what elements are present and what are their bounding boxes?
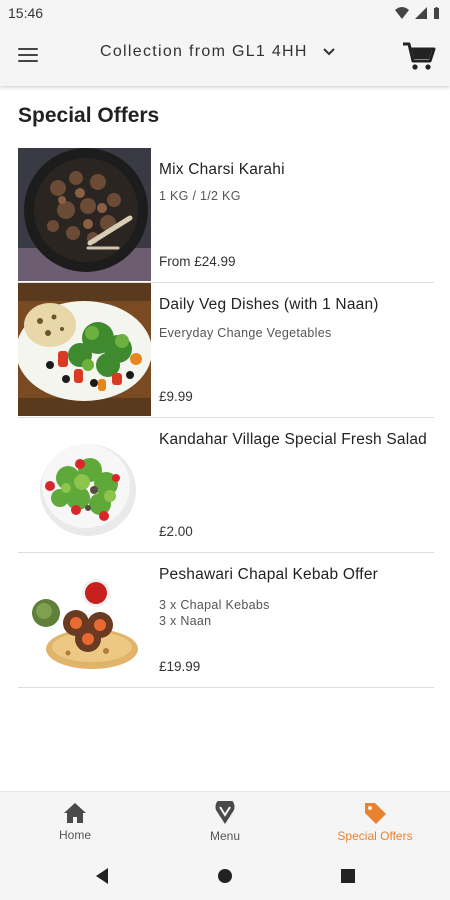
system-navigation-bar — [0, 851, 450, 900]
page-title: Special Offers — [18, 104, 160, 127]
recents-square-icon — [341, 868, 356, 883]
nav-item-special-offers[interactable]: Special Offers — [300, 792, 450, 852]
offer-image — [18, 283, 151, 416]
nav-label: Home — [58, 828, 91, 842]
tag-icon — [365, 803, 386, 824]
nav-item-home[interactable]: Home — [0, 792, 150, 852]
offer-name: Kandahar Village Special Fresh Salad — [159, 431, 427, 448]
offer-name: Daily Veg Dishes (with 1 Naan) — [159, 296, 379, 313]
back-button[interactable] — [82, 856, 122, 896]
status-bar: 15:46 — [0, 0, 450, 26]
offer-image — [18, 148, 151, 281]
offer-name: Mix Charsi Karahi — [159, 161, 285, 178]
app-bar: Collection from GL1 4HH — [0, 26, 450, 86]
nav-item-menu[interactable]: Menu — [150, 792, 300, 852]
battery-icon — [434, 7, 439, 19]
nav-label: Menu — [209, 829, 241, 843]
hamburger-menu-icon[interactable] — [18, 44, 40, 66]
home-circle-icon — [217, 868, 232, 883]
status-icons — [395, 7, 440, 19]
offer-price: £19.99 — [159, 659, 201, 674]
offer-image — [18, 418, 151, 551]
back-triangle-icon — [95, 867, 108, 884]
offers-list: Mix Charsi Karahi 1 KG / 1/2 KG From £24… — [18, 148, 434, 688]
wifi-icon — [395, 7, 409, 19]
location-label: Collection from GL1 4HH — [100, 43, 308, 60]
home-button[interactable] — [205, 856, 245, 896]
signal-icon — [415, 7, 427, 19]
offer-price: £9.99 — [159, 389, 193, 404]
offer-item[interactable]: Daily Veg Dishes (with 1 Naan) Everyday … — [18, 283, 434, 418]
offer-description: Everyday Change Vegetables — [159, 326, 332, 340]
offer-item[interactable]: Peshawari Chapal Kebab Offer 3 x Chapal … — [18, 553, 434, 688]
menu-pin-icon — [215, 801, 235, 824]
status-time: 15:46 — [8, 5, 44, 21]
location-selector[interactable]: Collection from GL1 4HH — [100, 43, 336, 61]
offer-name: Peshawari Chapal Kebab Offer — [159, 566, 378, 583]
bottom-navigation: Home Menu Special Offers — [0, 791, 450, 852]
offer-description: 1 KG / 1/2 KG — [159, 189, 241, 203]
offer-item[interactable]: Kandahar Village Special Fresh Salad £2.… — [18, 418, 434, 553]
offer-price: From £24.99 — [159, 254, 236, 269]
home-icon — [64, 803, 86, 823]
cart-icon[interactable] — [402, 40, 436, 72]
offer-description: 3 x Chapal Kebabs 3 x Naan — [159, 597, 270, 629]
offer-description-line: 3 x Naan — [159, 614, 212, 628]
offer-image — [18, 553, 151, 686]
offer-description-line: 3 x Chapal Kebabs — [159, 598, 270, 612]
offer-item[interactable]: Mix Charsi Karahi 1 KG / 1/2 KG From £24… — [18, 148, 434, 283]
offer-price: £2.00 — [159, 524, 193, 539]
chevron-down-icon — [323, 48, 335, 56]
nav-label: Special Offers — [337, 829, 413, 843]
recents-button[interactable] — [328, 856, 368, 896]
